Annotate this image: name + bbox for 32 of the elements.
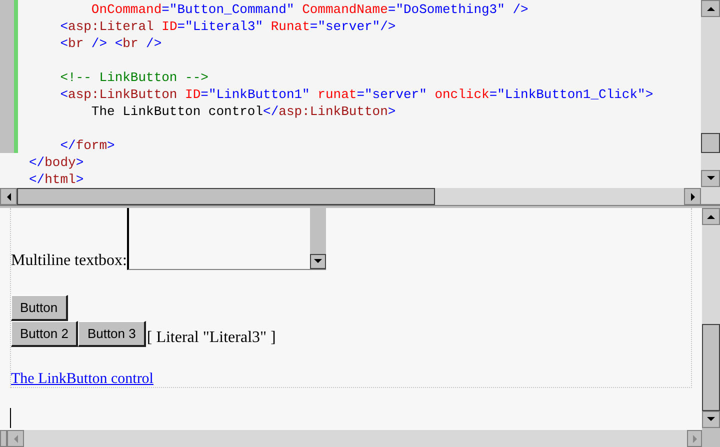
- code-line: <!-- LinkButton -->: [59, 70, 208, 85]
- scroll-up-icon[interactable]: [702, 208, 720, 225]
- scroll-down-icon[interactable]: [701, 170, 720, 187]
- link-button[interactable]: The LinkButton control: [11, 371, 154, 388]
- scroll-right-icon[interactable]: [684, 188, 701, 205]
- literal-control[interactable]: [ Literal "Literal3" ]: [146, 329, 276, 347]
- scroll-down-icon[interactable]: [702, 411, 720, 428]
- scroll-up-icon[interactable]: [701, 0, 720, 17]
- horizontal-scrollbar[interactable]: [0, 430, 702, 447]
- code-line: </html>: [29, 172, 84, 187]
- splitter-handle[interactable]: [0, 430, 7, 447]
- scroll-left-icon[interactable]: [0, 188, 17, 205]
- multiline-textbox[interactable]: [127, 208, 326, 270]
- button[interactable]: Button 3: [78, 321, 146, 347]
- code-line: <br /> <br />: [59, 36, 162, 51]
- scrollbar-thumb[interactable]: [17, 188, 435, 205]
- code-line: </body>: [29, 155, 84, 170]
- code-line: <asp:LinkButton ID="LinkButton1" runat="server" onclick="LinkButton1_Click">: [59, 87, 654, 102]
- text-cursor: [10, 408, 11, 428]
- code-line: <asp:Literal ID="Literal3" Runat="server"/>: [59, 19, 396, 34]
- scrollbar-thumb[interactable]: [701, 133, 720, 153]
- button[interactable]: Button 2: [11, 321, 78, 347]
- code-line: OnCommand="Button_Command" CommandName="DoSomething3" />: [90, 2, 528, 17]
- code-line: </form>: [59, 138, 115, 153]
- horizontal-scrollbar[interactable]: [0, 188, 701, 205]
- vertical-scrollbar[interactable]: [701, 0, 720, 204]
- scroll-down-icon[interactable]: [310, 254, 326, 269]
- vertical-scrollbar[interactable]: [702, 208, 720, 447]
- scrollbar-thumb[interactable]: [702, 324, 720, 411]
- textbox-label: Multiline textbox:: [11, 252, 127, 270]
- code-line: The LinkButton control</asp:LinkButton>: [90, 104, 396, 119]
- button[interactable]: Button: [11, 295, 68, 321]
